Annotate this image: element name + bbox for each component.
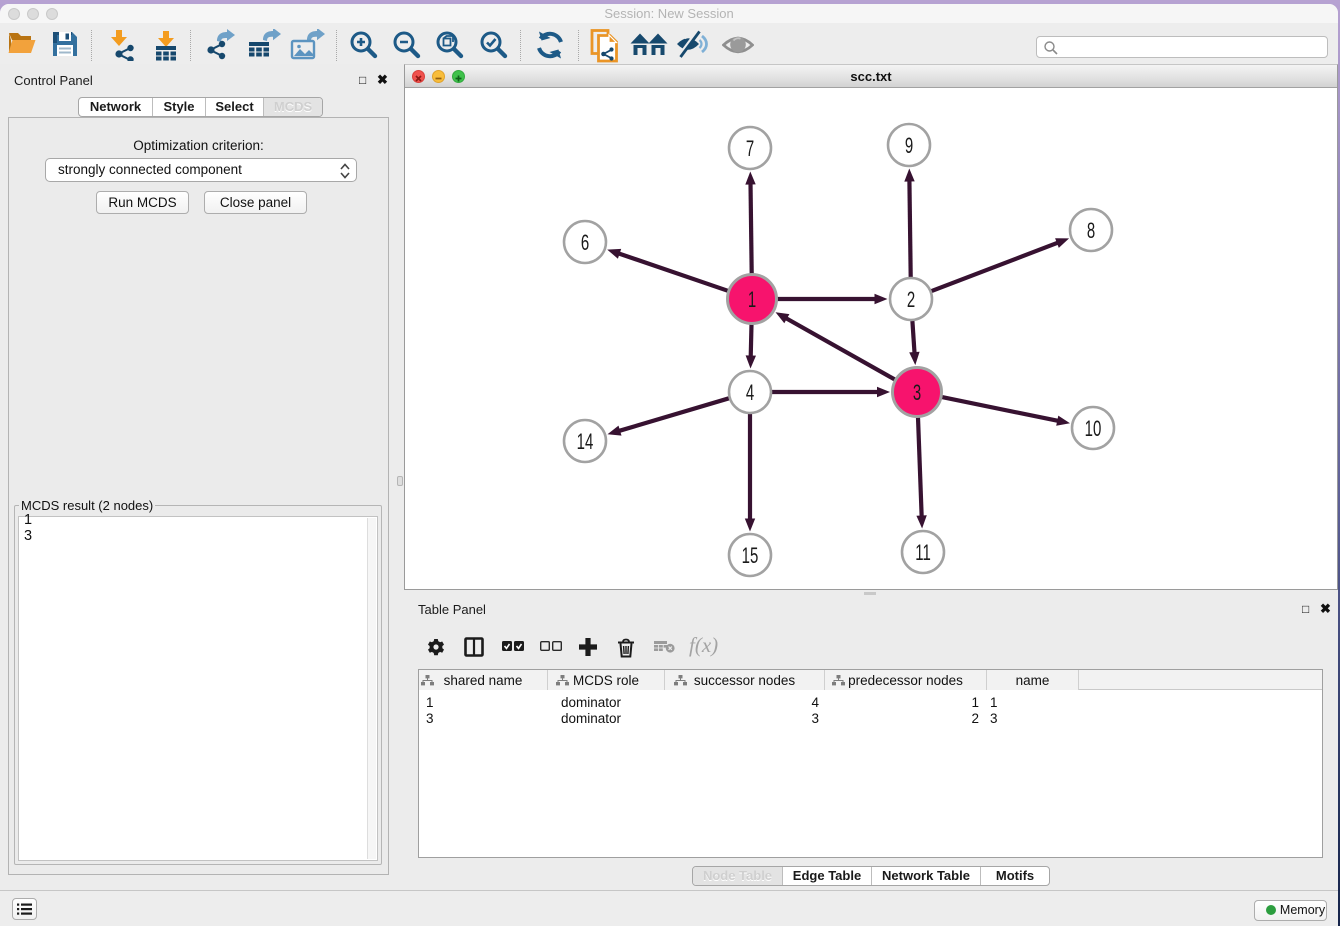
svg-text:1: 1	[748, 287, 756, 312]
svg-text:7: 7	[746, 136, 754, 161]
svg-text:9: 9	[905, 133, 913, 158]
svg-text:6: 6	[581, 230, 589, 255]
svg-text:8: 8	[1087, 218, 1095, 243]
svg-text:11: 11	[915, 540, 931, 565]
svg-text:4: 4	[746, 380, 754, 405]
svg-text:10: 10	[1085, 416, 1102, 441]
svg-text:14: 14	[577, 429, 594, 454]
svg-text:15: 15	[742, 543, 759, 568]
svg-text:3: 3	[913, 380, 921, 405]
svg-text:2: 2	[907, 287, 915, 312]
